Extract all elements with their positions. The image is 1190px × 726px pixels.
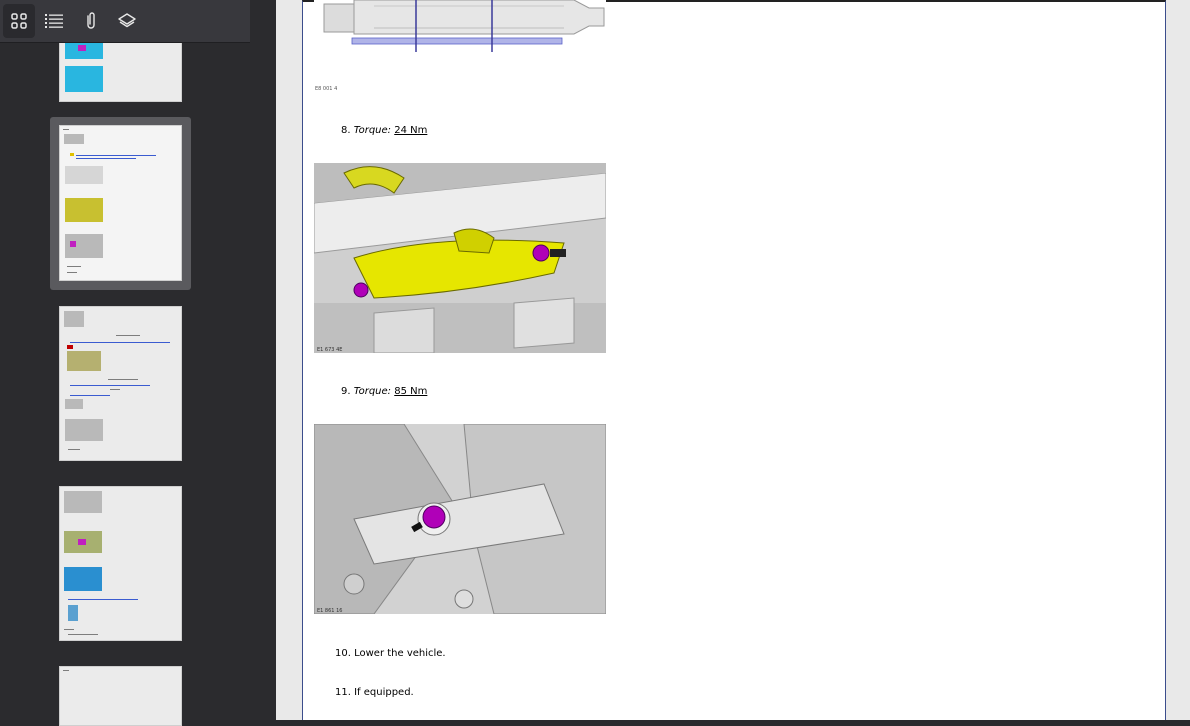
torque-label: Torque: (353, 125, 392, 136)
document-page: E8 001 4 8. Torque: 24 Nm E1 673 4E 9. T… (302, 0, 1166, 720)
layers-button[interactable] (111, 4, 143, 38)
step-number: 8. (341, 125, 351, 136)
page-thumbnail-5[interactable] (59, 666, 182, 726)
thumbnails-icon (11, 13, 27, 29)
torque-value: 24 Nm (394, 125, 428, 136)
figure-mount-bolt: E1 861 16 (314, 424, 606, 614)
svg-text:E1 861 16: E1 861 16 (317, 608, 342, 614)
figure-catalytic-converter (314, 0, 606, 52)
layers-icon (118, 13, 136, 28)
step-text: Lower the vehicle. (354, 648, 446, 659)
svg-text:E1 673 4E: E1 673 4E (317, 347, 342, 353)
step-text: If equipped. (354, 687, 414, 698)
document-viewer: E8 001 4 8. Torque: 24 Nm E1 673 4E 9. T… (276, 0, 1190, 720)
torque-value: 85 Nm (394, 386, 428, 397)
page-thumbnail-4[interactable] (59, 486, 182, 641)
sidebar-toolbar (0, 0, 250, 43)
thumbnails-button[interactable] (3, 4, 35, 38)
outline-icon (45, 14, 63, 28)
step-9: 9. Torque: 85 Nm (341, 386, 427, 397)
sidebar-resizer[interactable] (250, 0, 276, 720)
figure-exhaust-bracket: E1 673 4E (314, 163, 606, 353)
torque-label: Torque: (353, 386, 392, 397)
step-10: 10. Lower the vehicle. (335, 648, 446, 659)
attachments-button[interactable] (75, 4, 107, 38)
step-11: 11. If equipped. (335, 687, 414, 698)
attachments-icon (87, 12, 95, 29)
step-number: 10. (335, 648, 351, 659)
page-thumbnail-1[interactable] (59, 40, 182, 102)
step-8: 8. Torque: 24 Nm (341, 125, 427, 136)
page-thumbnail-2[interactable] (59, 125, 182, 281)
page-thumbnail-3[interactable] (59, 306, 182, 461)
thumbnail-sidebar (0, 0, 250, 726)
outline-button[interactable] (38, 4, 70, 38)
step-number: 11. (335, 687, 351, 698)
figure-caption: E8 001 4 (315, 86, 338, 92)
step-number: 9. (341, 386, 351, 397)
